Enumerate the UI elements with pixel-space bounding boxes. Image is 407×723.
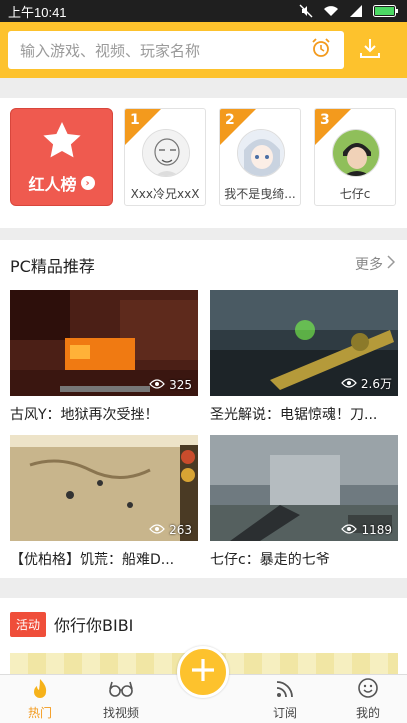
eye-icon [149,378,165,392]
view-count: 2.6万 [341,375,392,392]
tab-label: 订阅 [272,706,297,720]
red-list-button[interactable]: 红人榜 › [10,108,113,206]
search-input[interactable]: 输入游戏、视频、玩家名称 [8,31,344,69]
red-list-label: 红人榜 [28,175,77,194]
status-time: 上午10:41 [8,4,67,20]
eye-icon [341,523,358,537]
status-bar: 上午10:41 [0,0,407,22]
view-count: 1189 [341,523,392,537]
activity-title[interactable]: 你行你BIBI [54,612,133,636]
avatar [332,129,380,177]
video-card[interactable]: 325 古风Y：地狱再次受挫！ [10,290,198,424]
tab-label: 热门 [27,706,52,720]
video-title: 圣光解说：电锯惊魂！刀... [210,407,378,423]
video-thumbnail: 2.6万 [210,290,398,396]
add-button[interactable] [177,646,229,698]
chevron-right-icon [387,255,396,273]
avatar [142,129,190,177]
battery-icon [373,5,399,17]
section-title: PC精品推荐 [10,257,95,276]
view-count: 325 [149,378,192,392]
view-count-value: 2.6万 [360,377,392,391]
rank-name: 我不是曳绮... [224,187,296,201]
view-count-value: 1189 [361,523,392,537]
flame-icon [29,677,51,702]
signal-icon [349,5,363,17]
rank-number: 1 [130,112,140,128]
rank-name: 七仔c [339,187,371,201]
alarm-clock-icon[interactable] [310,37,332,63]
view-count-value: 263 [169,523,192,537]
more-link[interactable]: 更多 [355,254,396,274]
view-count: 263 [149,523,192,537]
glasses-icon [108,679,134,702]
chevron-right-icon: › [80,176,95,190]
video-thumbnail: 325 [10,290,198,396]
rank-number: 3 [320,112,330,128]
video-card[interactable]: 263 【优柏格】饥荒：船难D... [10,435,198,569]
activity-badge: 活动 [10,612,47,637]
download-icon[interactable] [358,36,382,64]
rank-item-3[interactable]: 3 七仔c [314,108,396,206]
tab-label: 我的 [355,706,380,720]
tab-hot[interactable]: 热门 [5,675,75,723]
wifi-icon [323,5,339,17]
video-title: 七仔c：暴走的七爷 [210,552,330,568]
avatar [237,129,285,177]
ranking-card: 红人榜 › 1 Xxx冷兄xxX 2 我不是曳绮... 3 七仔c [0,98,407,228]
star-icon [40,119,84,167]
video-thumbnail: 263 [10,435,198,541]
eye-icon [149,523,165,537]
tab-subscribe[interactable]: 订阅 [250,675,320,723]
rank-name: Xxx冷兄xxX [130,187,200,201]
more-label: 更多 [355,257,383,273]
mute-icon [299,4,313,18]
video-title: 古风Y：地狱再次受挫！ [10,407,159,423]
view-count-value: 325 [169,378,192,392]
tab-label: 找视频 [102,706,139,720]
video-title: 【优柏格】饥荒：船难D... [10,552,175,568]
rss-icon [275,679,295,702]
rank-number: 2 [225,112,235,128]
rank-item-2[interactable]: 2 我不是曳绮... [219,108,301,206]
plus-icon [189,656,217,688]
video-card[interactable]: 1189 七仔c：暴走的七爷 [210,435,398,569]
search-placeholder: 输入游戏、视频、玩家名称 [20,42,201,60]
video-thumbnail: 1189 [210,435,398,541]
top-header: 输入游戏、视频、玩家名称 [0,22,407,78]
video-card[interactable]: 2.6万 圣光解说：电锯惊魂！刀... [210,290,398,424]
eye-icon [341,377,357,391]
tab-mine[interactable]: 我的 [333,675,403,723]
pc-recommend-section: PC精品推荐 更多 325 古风Y：地狱再次受挫！ 2.6万 圣光解说：电锯惊魂… [0,240,407,578]
tab-find-video[interactable]: 找视频 [86,675,156,723]
smiley-icon [357,677,379,702]
rank-item-1[interactable]: 1 Xxx冷兄xxX [124,108,206,206]
